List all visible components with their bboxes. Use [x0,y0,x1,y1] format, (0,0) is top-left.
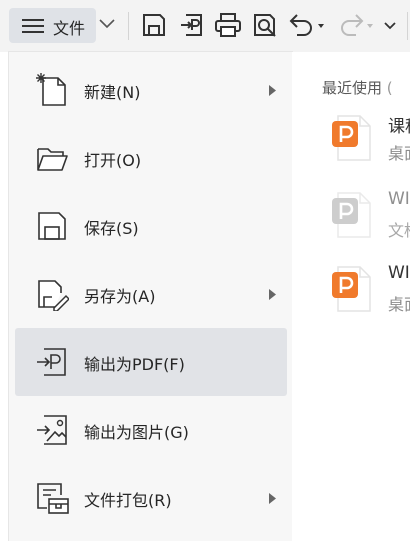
export-pdf-icon[interactable] [178,12,204,38]
print-preview-icon[interactable] [252,12,278,38]
presentation-file-icon [332,192,371,238]
recent-files-title: 最近使用 ( [322,79,393,97]
menu-item-export-image[interactable]: 输出为图片(G) [15,396,287,464]
save-as-icon [38,280,69,311]
menu-item-open[interactable]: 打开(O) [15,124,287,192]
menu-item-label: 文件打包(R) [84,491,172,510]
more-icon[interactable] [383,17,397,33]
undo-icon[interactable] [289,12,325,38]
toolbar-divider [128,12,129,40]
recent-file-location: 桌面 [388,144,410,163]
menu-item-label: 打开(O) [84,151,142,170]
recent-file-item[interactable]: WI 桌面 [330,263,410,321]
recent-file-item[interactable]: 课程 桌面 [330,114,410,170]
recent-files-panel: 最近使用 ( 课程 桌面 WI 文档 WI 桌面 [292,52,410,541]
menu-item-label: 输出为PDF(F) [84,355,185,374]
submenu-arrow-icon [269,85,276,96]
submenu-arrow-icon [269,289,276,300]
submenu-arrow-icon [269,493,276,504]
package-icon [37,483,69,514]
export-pdf-icon [37,348,66,376]
menu-item-label: 新建(N) [84,83,141,102]
redo-icon[interactable] [338,12,374,38]
recent-file-location: 文档 [388,221,410,240]
presentation-file-icon [332,266,371,312]
menu-item-save[interactable]: 保存(S) [15,192,287,260]
recent-file-name: WI [388,263,410,283]
recent-file-name: WI [388,189,410,209]
hamburger-icon [22,19,44,33]
presentation-file-icon [332,115,371,161]
new-document-icon [36,73,66,106]
menu-item-export-pdf[interactable]: 输出为PDF(F) [15,328,287,396]
menu-item-package[interactable]: 文件打包(R) [15,464,287,532]
file-menu-button[interactable]: 文件 [9,8,96,43]
menu-item-label: 保存(S) [84,219,139,238]
file-menu-label: 文件 [53,19,86,38]
chevron-down-icon[interactable] [99,18,115,30]
recent-file-item[interactable]: WI 文档 [330,189,410,247]
save-icon [38,212,66,240]
menu-item-new[interactable]: 新建(N) [15,56,287,124]
menu-item-label: 输出为图片(G) [84,423,189,442]
export-image-icon [37,415,67,445]
file-menu-panel: 新建(N) 打开(O) 保存(S) 另存为(A) 输出为PDF(F) 输出为图片… [9,52,292,541]
save-icon[interactable] [141,12,167,38]
quick-access-toolbar: 文件 [0,0,410,52]
menu-item-save-as[interactable]: 另存为(A) [15,260,287,328]
open-folder-icon [37,148,68,171]
print-icon[interactable] [214,12,242,38]
recent-file-name: 课程 [388,117,410,137]
toolbar-divider [407,12,408,40]
recent-file-location: 桌面 [388,295,410,314]
menu-item-label: 另存为(A) [84,287,156,306]
